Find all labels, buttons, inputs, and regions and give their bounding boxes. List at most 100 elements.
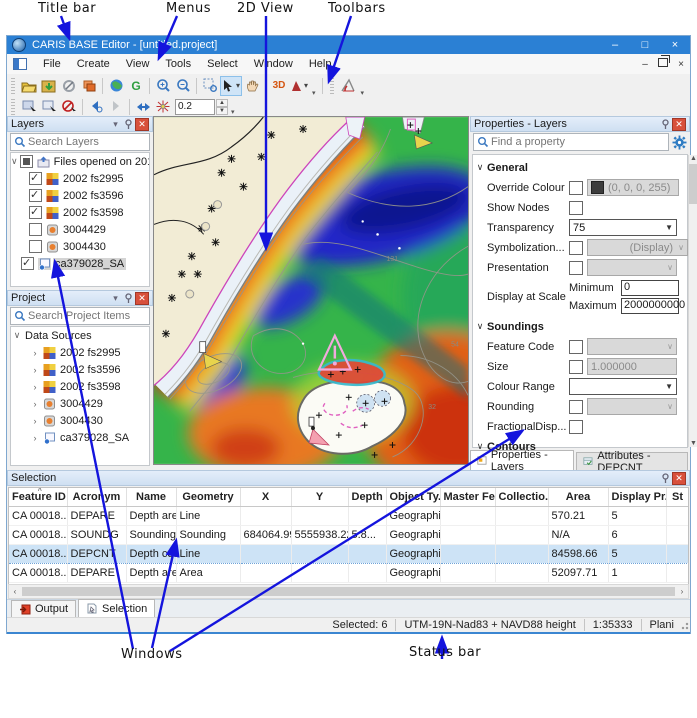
- status-mode[interactable]: Plani: [642, 619, 676, 631]
- menu-tools[interactable]: Tools: [157, 56, 199, 72]
- layers-menu-icon[interactable]: ▾: [109, 118, 122, 130]
- expander-icon[interactable]: ›: [29, 365, 41, 375]
- project-item[interactable]: › 3004429: [11, 395, 149, 412]
- expander-icon[interactable]: ›: [29, 399, 41, 409]
- scrollbar-thumb[interactable]: [689, 164, 697, 204]
- tab-attributes-depcnt[interactable]: Attributes - DEPCNT: [576, 452, 688, 470]
- mdi-document-icon[interactable]: [13, 58, 27, 70]
- map-2d-view[interactable]: 131 54 32: [153, 116, 469, 465]
- show-nodes-checkbox[interactable]: [569, 201, 583, 215]
- 3d-view-button[interactable]: 3D: [269, 77, 289, 95]
- zoom-window-button[interactable]: [200, 77, 220, 95]
- section-general[interactable]: ∨ General: [473, 158, 688, 177]
- project-close-icon[interactable]: ✕: [135, 292, 149, 305]
- layer-checkbox[interactable]: [29, 240, 42, 253]
- project-search-field[interactable]: [26, 309, 146, 323]
- layer-item[interactable]: 2002 fs3596: [11, 187, 149, 204]
- expander-icon[interactable]: ›: [29, 348, 41, 358]
- layer-checkbox[interactable]: [29, 172, 42, 185]
- selection-table[interactable]: ˄Feature ID Acronym Name Geometry X Y De…: [8, 487, 689, 585]
- properties-pin-icon[interactable]: [659, 118, 672, 130]
- col-name[interactable]: Name: [126, 488, 176, 507]
- tab-selection[interactable]: Selection: [78, 599, 155, 617]
- menu-file[interactable]: File: [35, 56, 69, 72]
- soundings-colour-range-select[interactable]: ▼: [569, 378, 677, 395]
- col-acronym[interactable]: Acronym: [67, 488, 126, 507]
- next-selection-button[interactable]: [106, 98, 126, 116]
- maximum-input[interactable]: 2000000000: [621, 298, 679, 314]
- layers-search-field[interactable]: [26, 135, 146, 149]
- layer-checkbox[interactable]: [21, 257, 34, 270]
- col-display-priority[interactable]: Display Pr...: [608, 488, 666, 507]
- feature-code-checkbox[interactable]: [569, 340, 583, 354]
- collapse-icon[interactable]: ∨: [473, 162, 487, 173]
- col-geometry[interactable]: Geometry: [176, 488, 240, 507]
- col-object-type[interactable]: Object Ty...: [386, 488, 440, 507]
- resize-grip[interactable]: [678, 619, 690, 631]
- toolbar-grip[interactable]: [11, 78, 15, 94]
- selection-close-icon[interactable]: ✕: [672, 472, 686, 485]
- layers-root-item[interactable]: ∨ Files opened on 201...: [11, 153, 149, 170]
- col-collection[interactable]: Collectio...: [495, 488, 548, 507]
- spinner-down-icon[interactable]: ▼: [216, 107, 228, 115]
- section-soundings[interactable]: ∨ Soundings: [473, 317, 688, 336]
- override-colour-checkbox[interactable]: [569, 181, 583, 195]
- layer-item[interactable]: 3004430: [11, 238, 149, 255]
- expander-icon[interactable]: ∨: [11, 330, 23, 341]
- scroll-down-icon[interactable]: ▼: [690, 440, 697, 447]
- menu-select[interactable]: Select: [199, 56, 246, 72]
- menu-create[interactable]: Create: [69, 56, 118, 72]
- toolbar-overflow-icon[interactable]: ▾: [312, 89, 316, 97]
- fractional-checkbox[interactable]: [569, 420, 583, 434]
- layers-pin-icon[interactable]: [122, 118, 135, 130]
- layer-item[interactable]: 2002 fs3598: [11, 204, 149, 221]
- col-depth[interactable]: Depth: [348, 488, 386, 507]
- mdi-restore-button[interactable]: [654, 58, 672, 70]
- table-row-selected[interactable]: CA 00018...DEPCNTDepth co...LineGeograph…: [9, 545, 689, 564]
- layer-item[interactable]: 3004429: [11, 221, 149, 238]
- project-item[interactable]: › 2002 fs3598: [11, 378, 149, 395]
- attach-button[interactable]: [59, 77, 79, 95]
- layers-root-checkbox[interactable]: [20, 155, 33, 168]
- gear-icon[interactable]: [672, 135, 687, 150]
- mdi-close-button[interactable]: ×: [672, 59, 690, 70]
- properties-search-input[interactable]: [473, 133, 669, 151]
- spinner-up-icon[interactable]: ▲: [216, 99, 228, 107]
- minimum-input[interactable]: 0: [621, 280, 679, 296]
- selection-panel-header[interactable]: Selection ✕: [7, 470, 690, 486]
- project-panel-header[interactable]: Project ▾ ✕: [7, 290, 153, 306]
- tolerance-input[interactable]: 0.2: [175, 99, 215, 115]
- layers-panel-header[interactable]: Layers ▾ ✕: [7, 116, 153, 132]
- maximize-button[interactable]: □: [630, 36, 660, 54]
- project-item[interactable]: › 2002 fs2995: [11, 344, 149, 361]
- select-tool-dropdown-icon[interactable]: ▾: [236, 81, 240, 90]
- title-bar[interactable]: CARIS BASE Editor - [untitled.project] –…: [7, 36, 690, 54]
- status-crs[interactable]: UTM-19N-Nad83 + NAVD88 height: [396, 619, 583, 631]
- layer-checkbox[interactable]: [29, 206, 42, 219]
- col-x[interactable]: X: [240, 488, 291, 507]
- toolbar-sel-grip[interactable]: [11, 99, 15, 115]
- zoom-out-button[interactable]: [173, 77, 193, 95]
- expander-icon[interactable]: ›: [29, 416, 41, 426]
- google-earth-button[interactable]: G: [126, 77, 146, 95]
- snap-button[interactable]: [153, 98, 173, 116]
- collapse-icon[interactable]: ∨: [473, 321, 487, 332]
- zoom-in-button[interactable]: [153, 77, 173, 95]
- project-pin-icon[interactable]: [122, 292, 135, 304]
- mdi-minimize-button[interactable]: –: [636, 59, 654, 70]
- properties-search-field[interactable]: [489, 135, 665, 149]
- toolbar2-overflow-icon[interactable]: ▾: [361, 89, 365, 97]
- project-item[interactable]: › 2002 fs3596: [11, 361, 149, 378]
- toolbar-grip-2[interactable]: [330, 78, 334, 94]
- status-scale[interactable]: 1:35333: [585, 619, 641, 631]
- project-item[interactable]: › ca379028_SA: [11, 429, 149, 446]
- menu-window[interactable]: Window: [246, 56, 301, 72]
- tolerance-spinner[interactable]: ▲▼: [216, 99, 228, 115]
- project-menu-icon[interactable]: ▾: [109, 292, 122, 304]
- properties-scrollbar[interactable]: ▲ ▼: [688, 155, 697, 447]
- copy-layer-button[interactable]: [79, 77, 99, 95]
- import-button[interactable]: [39, 77, 59, 95]
- table-row[interactable]: CA 00018...SOUNDGSoundingSounding684064.…: [9, 526, 689, 545]
- menu-view[interactable]: View: [118, 56, 158, 72]
- scroll-right-icon[interactable]: ›: [676, 587, 688, 596]
